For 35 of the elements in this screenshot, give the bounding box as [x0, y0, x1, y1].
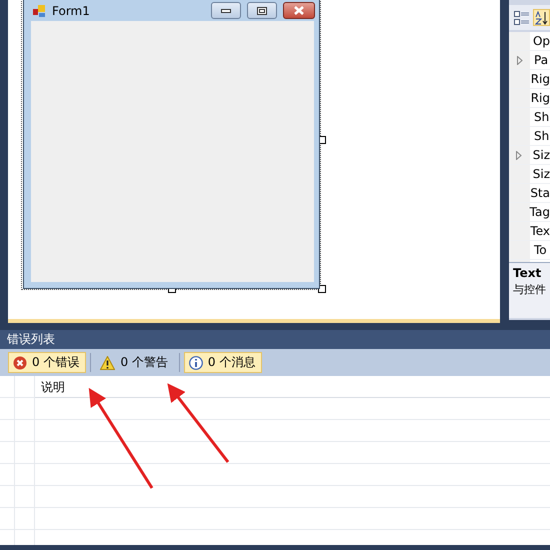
- property-name[interactable]: To: [530, 241, 547, 259]
- error-icon: [13, 356, 27, 370]
- property-name[interactable]: Sta: [526, 184, 550, 202]
- expand-icon[interactable]: [516, 150, 522, 160]
- info-icon: [188, 356, 203, 370]
- close-button[interactable]: [283, 2, 315, 19]
- filter-toggle-button[interactable]: 0 个错误: [8, 352, 86, 373]
- filter-toggle-button[interactable]: 0 个消息: [184, 352, 262, 373]
- property-name[interactable]: Tag: [526, 203, 550, 221]
- minimize-icon: [221, 8, 231, 12]
- column-header[interactable]: 说明: [35, 376, 550, 398]
- property-name[interactable]: Siz: [528, 146, 550, 164]
- close-icon: [294, 6, 304, 15]
- minimize-button[interactable]: [211, 2, 241, 19]
- maximize-icon: [257, 6, 267, 14]
- property-name[interactable]: Rig: [526, 70, 550, 88]
- sort-alphabetical-icon[interactable]: [535, 10, 548, 24]
- maximize-button[interactable]: [247, 2, 277, 19]
- property-name[interactable]: Tex: [526, 222, 550, 240]
- form-icon: [33, 4, 47, 18]
- panel-title: 错误列表: [0, 330, 550, 349]
- property-name[interactable]: Op: [528, 32, 550, 50]
- warning-icon: [100, 356, 116, 370]
- property-description: 与控件: [513, 282, 547, 298]
- window-title: Form1: [52, 4, 91, 18]
- categorized-icon[interactable]: [514, 10, 529, 24]
- property-name[interactable]: Siz: [528, 165, 550, 183]
- filter-toggle-button[interactable]: 0 个警告: [95, 352, 175, 373]
- property-name[interactable]: Rig: [526, 89, 550, 107]
- property-name[interactable]: Sh: [530, 127, 550, 145]
- property-name[interactable]: Pa: [530, 51, 548, 69]
- expand-icon[interactable]: [516, 56, 522, 64]
- property-description-title: Text: [513, 266, 542, 280]
- property-name[interactable]: Sh: [530, 108, 550, 126]
- form-window[interactable]: Form1: [23, 0, 320, 289]
